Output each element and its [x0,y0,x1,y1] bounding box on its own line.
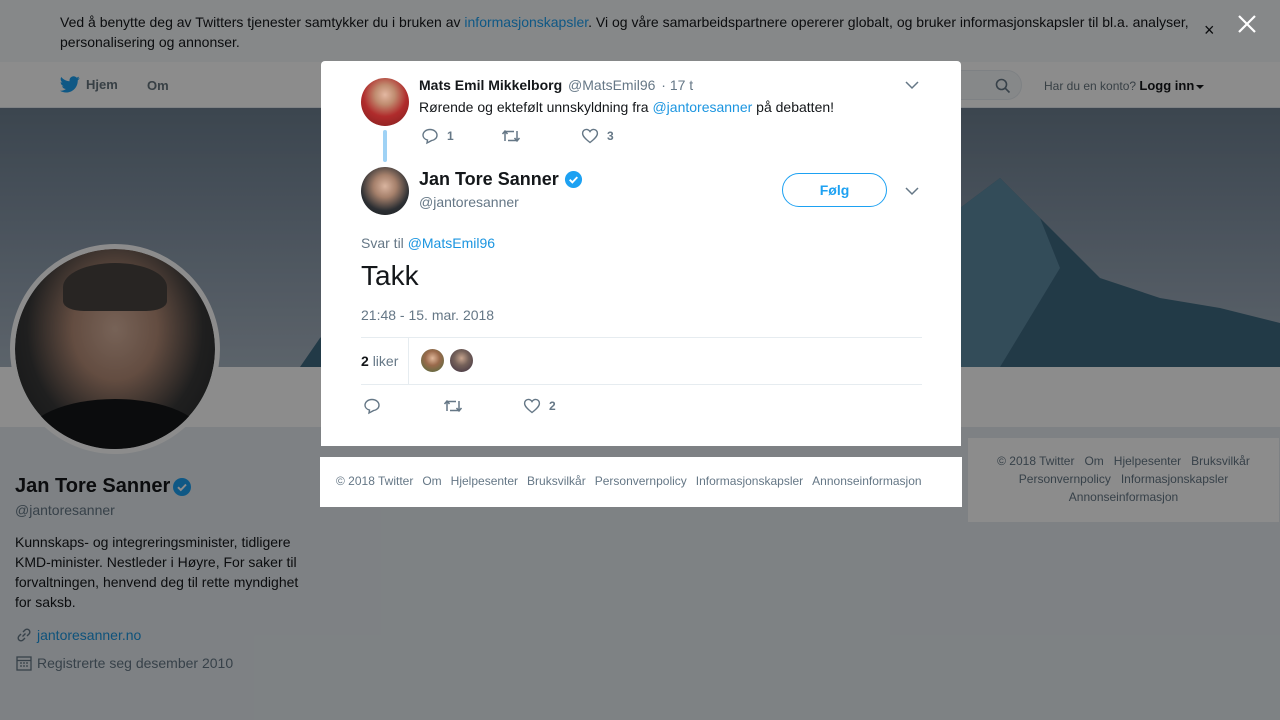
modal-footer-ads[interactable]: Annonseinformasjon [812,474,921,488]
retweet-icon [443,399,463,413]
modal-footer-terms[interactable]: Bruksvilkår [527,474,586,488]
parent-retweet-button[interactable] [501,127,529,145]
parent-tweet-text-after: på debatten! [752,99,835,115]
parent-tweet-header: Mats Emil Mikkelborg @MatsEmil96 · 17 t [419,77,693,93]
main-tweet-actions: 2 [363,397,763,415]
main-tweet-author-name[interactable]: Jan Tore Sanner [419,169,583,190]
follow-button[interactable]: Følg [782,173,887,207]
main-like-count: 2 [549,399,556,413]
modal-footer-help[interactable]: Hjelpesenter [451,474,518,488]
reply-to-handle-link[interactable]: @MatsEmil96 [408,235,495,251]
parent-tweet-avatar[interactable] [361,78,409,126]
parent-tweet-text-before: Rørende og ektefølt unnskyldning fra [419,99,653,115]
tweet-stats: 2 liker [361,337,922,385]
modal-footer: © 2018 Twitter Om Hjelpesenter Bruksvilkår P… [320,457,962,507]
main-tweet-avatar[interactable] [361,167,409,215]
stats-divider [408,338,409,384]
main-reply-button[interactable] [363,397,389,415]
close-icon[interactable] [1234,11,1260,37]
heart-icon [581,128,599,144]
reply-to-label: Svar til [361,235,404,251]
parent-reply-button[interactable]: 1 [421,127,454,145]
main-tweet-text: Takk [361,260,419,291]
modal-footer-about[interactable]: Om [422,474,441,488]
chevron-down-icon[interactable] [904,183,920,199]
parent-like-button[interactable]: 3 [581,127,614,145]
modal-footer-cookies[interactable]: Informasjonskapsler [696,474,803,488]
likes-count-link[interactable]: 2 liker [361,353,398,369]
parent-tweet-text: Rørende og ektefølt unnskyldning fra @ja… [419,97,834,117]
main-tweet-author-handle[interactable]: @jantoresanner [419,194,519,210]
verified-badge-icon [564,170,582,189]
heart-icon [523,398,541,414]
parent-reply-count: 1 [447,129,454,143]
parent-like-count: 3 [607,129,614,143]
main-tweet-timestamp[interactable]: 21:48 - 15. mar. 2018 [361,307,494,323]
liker-avatar[interactable] [449,348,474,373]
likes-count-label: liker [372,353,399,369]
main-tweet-author-name-text: Jan Tore Sanner [419,169,559,189]
reply-icon [422,128,438,145]
main-retweet-button[interactable] [443,397,471,415]
tweet-modal: Mats Emil Mikkelborg @MatsEmil96 · 17 t … [321,61,961,446]
retweet-icon [501,129,521,143]
main-like-button[interactable]: 2 [523,397,556,415]
modal-footer-copyright: © 2018 Twitter [336,474,414,488]
parent-tweet-mention[interactable]: @jantoresanner [652,99,752,115]
likes-count-number: 2 [361,353,369,369]
thread-connector-line [383,130,387,162]
liker-avatar[interactable] [420,348,445,373]
parent-tweet-author-handle[interactable]: @MatsEmil96 [568,77,655,93]
parent-tweet-time[interactable]: · 17 t [661,77,693,93]
modal-footer-privacy[interactable]: Personvernpolicy [595,474,687,488]
reply-icon [364,398,380,415]
parent-tweet-author-name[interactable]: Mats Emil Mikkelborg [419,77,562,93]
chevron-down-icon[interactable] [904,77,920,93]
reply-to-context: Svar til @MatsEmil96 [361,235,495,251]
